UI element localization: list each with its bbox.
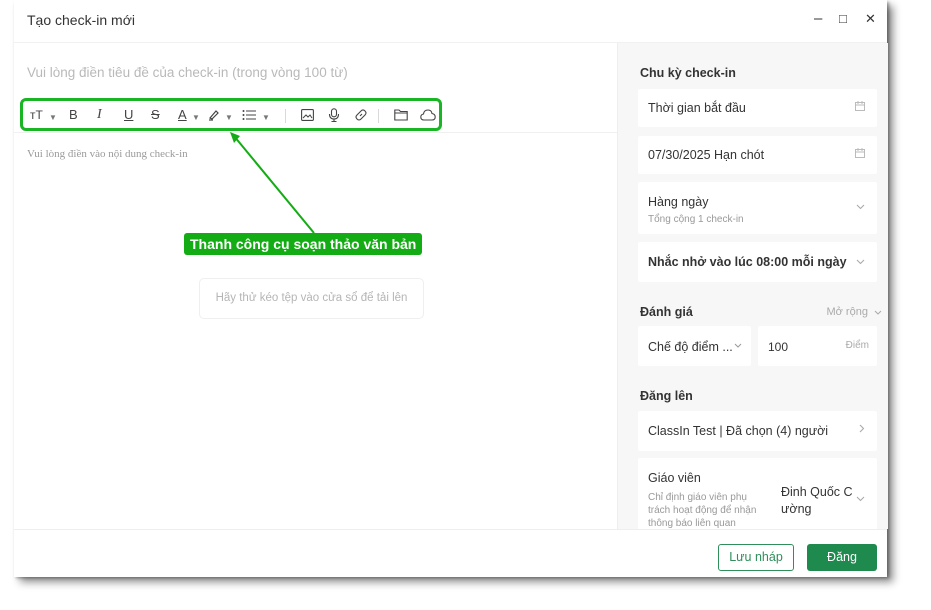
font-size-glyph: тT xyxy=(30,108,43,122)
title-bar: Tạo check-in mới – □ ✕ xyxy=(14,0,887,43)
minimize-icon[interactable]: – xyxy=(814,10,822,27)
content-input[interactable]: Vui lòng điền vào nội dung check-in xyxy=(27,148,188,160)
teacher-name: Đinh Quốc C ường xyxy=(781,485,853,516)
chevron-down-icon xyxy=(856,494,865,505)
font-color-caret-icon[interactable]: ▼ xyxy=(192,110,200,126)
settings-panel: Chu kỳ check-in Thời gian bắt đầu 07/30/… xyxy=(617,43,888,529)
rich-text-toolbar: тT ▼ B I U S A ▼ ▼ ▼ xyxy=(20,98,442,131)
highlight-caret-icon[interactable]: ▼ xyxy=(225,110,233,126)
chevron-down-icon xyxy=(734,340,742,351)
start-time-placeholder: Thời gian bắt đầu xyxy=(648,101,746,115)
score-mode-select[interactable]: Chế độ điểm ... xyxy=(638,326,751,366)
calendar-icon xyxy=(855,101,865,114)
score-mode-value: Chế độ điểm ... xyxy=(648,340,733,354)
teacher-label: Giáo viên xyxy=(648,471,701,485)
underline-icon[interactable]: U xyxy=(124,107,133,123)
dialog-footer: Lưu nháp Đăng xyxy=(14,529,887,577)
list-icon[interactable] xyxy=(242,109,257,121)
checkin-cycle-heading: Chu kỳ check-in xyxy=(640,66,736,80)
editor-divider xyxy=(14,132,617,133)
title-input[interactable]: Vui lòng điền tiêu đề của check-in (tron… xyxy=(27,65,348,80)
frequency-value: Hàng ngày xyxy=(648,195,709,209)
link-icon[interactable] xyxy=(354,108,368,122)
strikethrough-icon[interactable]: S xyxy=(151,107,160,123)
close-icon[interactable]: ✕ xyxy=(865,11,876,27)
rating-heading: Đánh giá xyxy=(640,305,693,319)
italic-icon[interactable]: I xyxy=(97,107,102,123)
image-icon[interactable] xyxy=(301,109,314,121)
maximize-icon[interactable]: □ xyxy=(839,11,847,26)
deadline-value: 07/30/2025 Hạn chót xyxy=(648,148,765,162)
score-unit: Điểm xyxy=(845,340,869,351)
bold-icon[interactable]: B xyxy=(69,107,78,123)
post-target-select[interactable]: ClassIn Test | Đã chọn (4) người xyxy=(638,411,877,451)
dialog-window: Tạo check-in mới – □ ✕ Vui lòng điền tiê… xyxy=(14,0,888,577)
rating-expand-toggle[interactable]: Mở rộng xyxy=(826,306,882,318)
deadline-field[interactable]: 07/30/2025 Hạn chót xyxy=(638,136,877,174)
annotation-label: Thanh công cụ soạn thảo văn bản xyxy=(184,233,423,255)
post-button[interactable]: Đăng xyxy=(807,544,877,571)
list-caret-icon[interactable]: ▼ xyxy=(262,110,270,126)
reminder-select[interactable]: Nhắc nhở vào lúc 08:00 mỗi ngày xyxy=(638,242,877,282)
teacher-description: Chỉ định giáo viên phụ trách hoạt động đ… xyxy=(648,492,757,529)
post-target-value: ClassIn Test | Đã chọn (4) người xyxy=(648,424,829,438)
window-title: Tạo check-in mới xyxy=(27,12,135,28)
score-value: 100 xyxy=(768,340,789,354)
calendar-icon xyxy=(855,148,865,161)
font-color-icon[interactable]: A xyxy=(178,107,187,123)
chevron-down-icon xyxy=(856,202,865,213)
reminder-value: Nhắc nhở vào lúc 08:00 mỗi ngày xyxy=(648,255,847,269)
frequency-select[interactable]: Hàng ngày Tổng cộng 1 check-in xyxy=(638,182,877,234)
microphone-icon[interactable] xyxy=(328,108,340,122)
rating-expand-label: Mở rộng xyxy=(826,306,868,318)
start-time-field[interactable]: Thời gian bắt đầu xyxy=(638,89,877,127)
chevron-right-icon xyxy=(859,424,865,436)
chevron-down-icon xyxy=(856,257,865,268)
font-size-caret-icon[interactable]: ▼ xyxy=(49,110,57,126)
save-draft-button[interactable]: Lưu nháp xyxy=(718,544,794,571)
teacher-field[interactable]: Giáo viên Chỉ định giáo viên phụ trách h… xyxy=(638,458,877,529)
toolbar-divider xyxy=(285,109,286,123)
folder-icon[interactable] xyxy=(394,109,408,121)
post-to-heading: Đăng lên xyxy=(640,389,693,403)
score-input[interactable]: 100 Điểm xyxy=(758,326,877,366)
editor-area: Vui lòng điền tiêu đề của check-in (tron… xyxy=(14,43,617,529)
frequency-summary: Tổng cộng 1 check-in xyxy=(648,214,744,225)
highlight-icon[interactable] xyxy=(207,108,221,122)
font-size-icon[interactable]: тT xyxy=(30,107,43,123)
toolbar-divider xyxy=(378,109,379,123)
cloud-icon[interactable] xyxy=(420,109,436,121)
upload-dropzone[interactable]: Hãy thử kéo tệp vào cửa sổ để tải lên xyxy=(199,278,424,319)
